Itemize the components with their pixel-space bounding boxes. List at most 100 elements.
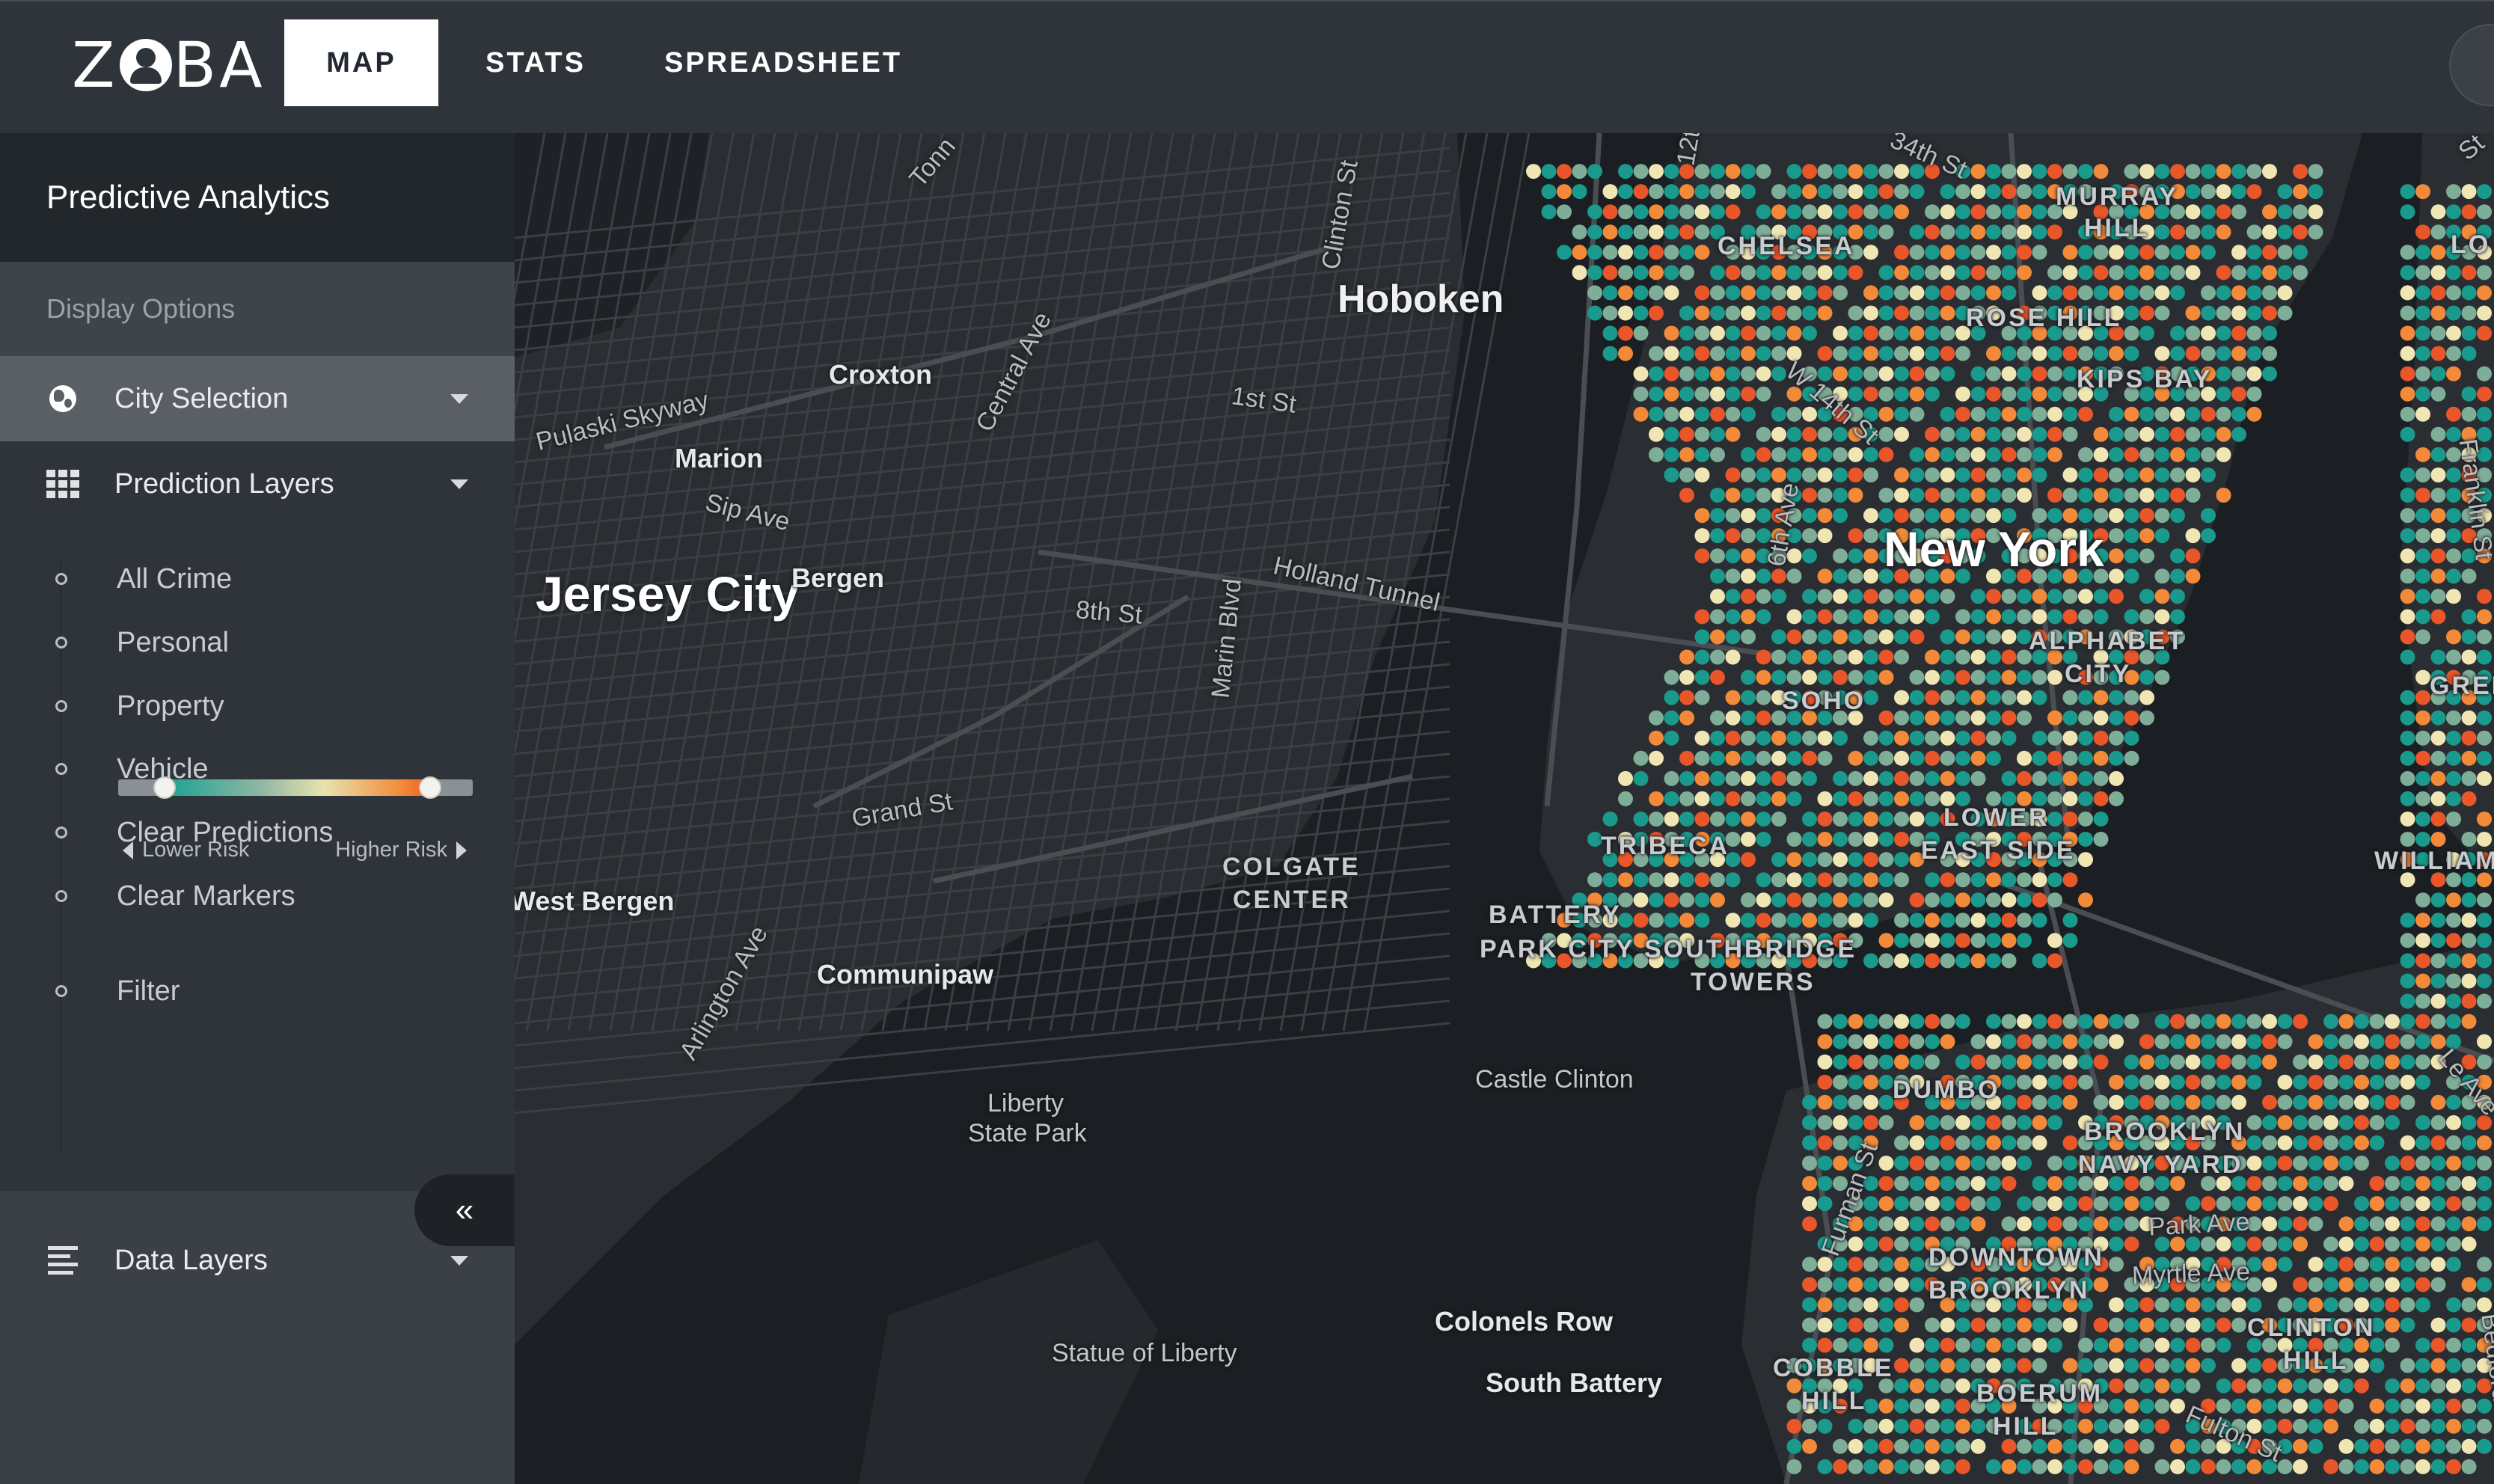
risk-prediction-dot[interactable]: [1572, 245, 1587, 260]
risk-prediction-dot[interactable]: [1955, 204, 1970, 220]
risk-prediction-dot[interactable]: [1970, 750, 1986, 766]
risk-prediction-dot[interactable]: [1802, 669, 1817, 685]
risk-prediction-dot[interactable]: [1955, 629, 1970, 645]
risk-prediction-dot[interactable]: [1664, 669, 1679, 685]
risk-prediction-dot[interactable]: [1894, 872, 1909, 888]
risk-prediction-dot[interactable]: [2109, 548, 2124, 564]
risk-prediction-dot[interactable]: [1955, 1438, 1970, 1454]
risk-prediction-dot[interactable]: [1986, 669, 2001, 685]
risk-prediction-dot[interactable]: [1909, 609, 1925, 625]
risk-prediction-dot[interactable]: [1863, 346, 1878, 361]
risk-prediction-dot[interactable]: [2124, 1459, 2139, 1474]
risk-prediction-dot[interactable]: [2124, 1418, 2139, 1434]
risk-prediction-dot[interactable]: [1602, 305, 1618, 321]
risk-prediction-dot[interactable]: [1741, 812, 1756, 827]
risk-prediction-dot[interactable]: [2154, 1054, 2170, 1070]
risk-prediction-dot[interactable]: [1909, 346, 1925, 361]
risk-prediction-dot[interactable]: [1817, 1297, 1833, 1313]
risk-prediction-dot[interactable]: [1940, 892, 1955, 908]
risk-prediction-dot[interactable]: [1909, 1054, 1925, 1070]
risk-prediction-dot[interactable]: [1894, 346, 1909, 361]
risk-prediction-dot[interactable]: [2047, 669, 2062, 685]
risk-prediction-dot[interactable]: [1986, 1034, 2001, 1049]
risk-prediction-dot[interactable]: [1802, 852, 1817, 868]
risk-prediction-dot[interactable]: [2170, 467, 2185, 482]
risk-prediction-dot[interactable]: [1786, 467, 1802, 482]
risk-prediction-dot[interactable]: [1833, 913, 1848, 928]
risk-prediction-dot[interactable]: [2124, 1337, 2139, 1353]
risk-prediction-dot[interactable]: [2446, 993, 2461, 1009]
risk-prediction-dot[interactable]: [2277, 224, 2293, 240]
risk-prediction-dot[interactable]: [2415, 1156, 2430, 1171]
risk-prediction-dot[interactable]: [2354, 1418, 2369, 1434]
risk-prediction-dot[interactable]: [2446, 1135, 2461, 1150]
risk-prediction-dot[interactable]: [1986, 750, 2001, 766]
risk-prediction-dot[interactable]: [2246, 305, 2262, 321]
risk-prediction-dot[interactable]: [1955, 730, 1970, 746]
risk-prediction-dot[interactable]: [2415, 366, 2430, 381]
risk-prediction-dot[interactable]: [1817, 1337, 1833, 1353]
risk-prediction-dot[interactable]: [2001, 1034, 2017, 1049]
risk-prediction-dot[interactable]: [1833, 548, 1848, 564]
risk-prediction-dot[interactable]: [2415, 488, 2430, 503]
risk-prediction-dot[interactable]: [2062, 1196, 2078, 1212]
risk-prediction-dot[interactable]: [2216, 1337, 2231, 1353]
risk-prediction-dot[interactable]: [1710, 629, 1725, 645]
risk-prediction-dot[interactable]: [1940, 710, 1955, 726]
risk-prediction-dot[interactable]: [2369, 1277, 2385, 1293]
risk-prediction-dot[interactable]: [1970, 1216, 1986, 1232]
risk-prediction-dot[interactable]: [2017, 1135, 2032, 1150]
risk-prediction-dot[interactable]: [2185, 325, 2201, 341]
risk-prediction-dot[interactable]: [2170, 164, 2185, 180]
risk-prediction-dot[interactable]: [1894, 791, 1909, 806]
risk-prediction-dot[interactable]: [2047, 265, 2062, 280]
risk-prediction-dot[interactable]: [2338, 1074, 2354, 1090]
risk-prediction-dot[interactable]: [2354, 1156, 2369, 1171]
risk-prediction-dot[interactable]: [1986, 386, 2001, 402]
risk-prediction-dot[interactable]: [1925, 285, 1940, 301]
risk-prediction-dot[interactable]: [2124, 447, 2139, 462]
risk-prediction-dot[interactable]: [2446, 1337, 2461, 1353]
risk-prediction-dot[interactable]: [2201, 1337, 2216, 1353]
risk-prediction-dot[interactable]: [2293, 1438, 2308, 1454]
risk-prediction-dot[interactable]: [2109, 710, 2124, 726]
risk-prediction-dot[interactable]: [1725, 609, 1741, 625]
risk-prediction-dot[interactable]: [1955, 1378, 1970, 1393]
risk-prediction-dot[interactable]: [1909, 1257, 1925, 1272]
risk-prediction-dot[interactable]: [1986, 589, 2001, 604]
risk-prediction-dot[interactable]: [2277, 1074, 2293, 1090]
risk-prediction-dot[interactable]: [2154, 426, 2170, 442]
risk-prediction-dot[interactable]: [2032, 224, 2047, 240]
risk-prediction-dot[interactable]: [2338, 1176, 2354, 1192]
risk-prediction-dot[interactable]: [2400, 690, 2415, 705]
risk-prediction-dot[interactable]: [1863, 1216, 1878, 1232]
risk-prediction-dot[interactable]: [2246, 184, 2262, 200]
risk-prediction-dot[interactable]: [1909, 447, 1925, 462]
risk-prediction-dot[interactable]: [2477, 973, 2492, 989]
risk-prediction-dot[interactable]: [2446, 710, 2461, 726]
risk-prediction-dot[interactable]: [1955, 245, 1970, 260]
risk-prediction-dot[interactable]: [2017, 933, 2032, 948]
risk-prediction-dot[interactable]: [2124, 548, 2139, 564]
risk-prediction-dot[interactable]: [2308, 1034, 2323, 1049]
risk-prediction-dot[interactable]: [2017, 1459, 2032, 1474]
risk-prediction-dot[interactable]: [2109, 406, 2124, 422]
risk-prediction-dot[interactable]: [1771, 791, 1786, 806]
risk-prediction-dot[interactable]: [1894, 1196, 1909, 1212]
risk-prediction-dot[interactable]: [2062, 710, 2078, 726]
risk-prediction-dot[interactable]: [1817, 629, 1833, 645]
risk-prediction-dot[interactable]: [1878, 791, 1894, 806]
city-selection-dropdown[interactable]: City Selection: [0, 356, 515, 441]
risk-prediction-dot[interactable]: [2093, 1277, 2109, 1293]
risk-prediction-dot[interactable]: [2124, 265, 2139, 280]
risk-prediction-dot[interactable]: [2032, 447, 2047, 462]
risk-prediction-dot[interactable]: [1817, 1156, 1833, 1171]
risk-prediction-dot[interactable]: [1909, 245, 1925, 260]
risk-prediction-dot[interactable]: [1848, 913, 1863, 928]
risk-prediction-dot[interactable]: [2017, 1156, 2032, 1171]
risk-prediction-dot[interactable]: [1694, 669, 1710, 685]
risk-prediction-dot[interactable]: [2216, 346, 2231, 361]
risk-prediction-dot[interactable]: [1970, 892, 1986, 908]
risk-prediction-dot[interactable]: [2323, 1054, 2338, 1070]
risk-prediction-dot[interactable]: [1802, 548, 1817, 564]
